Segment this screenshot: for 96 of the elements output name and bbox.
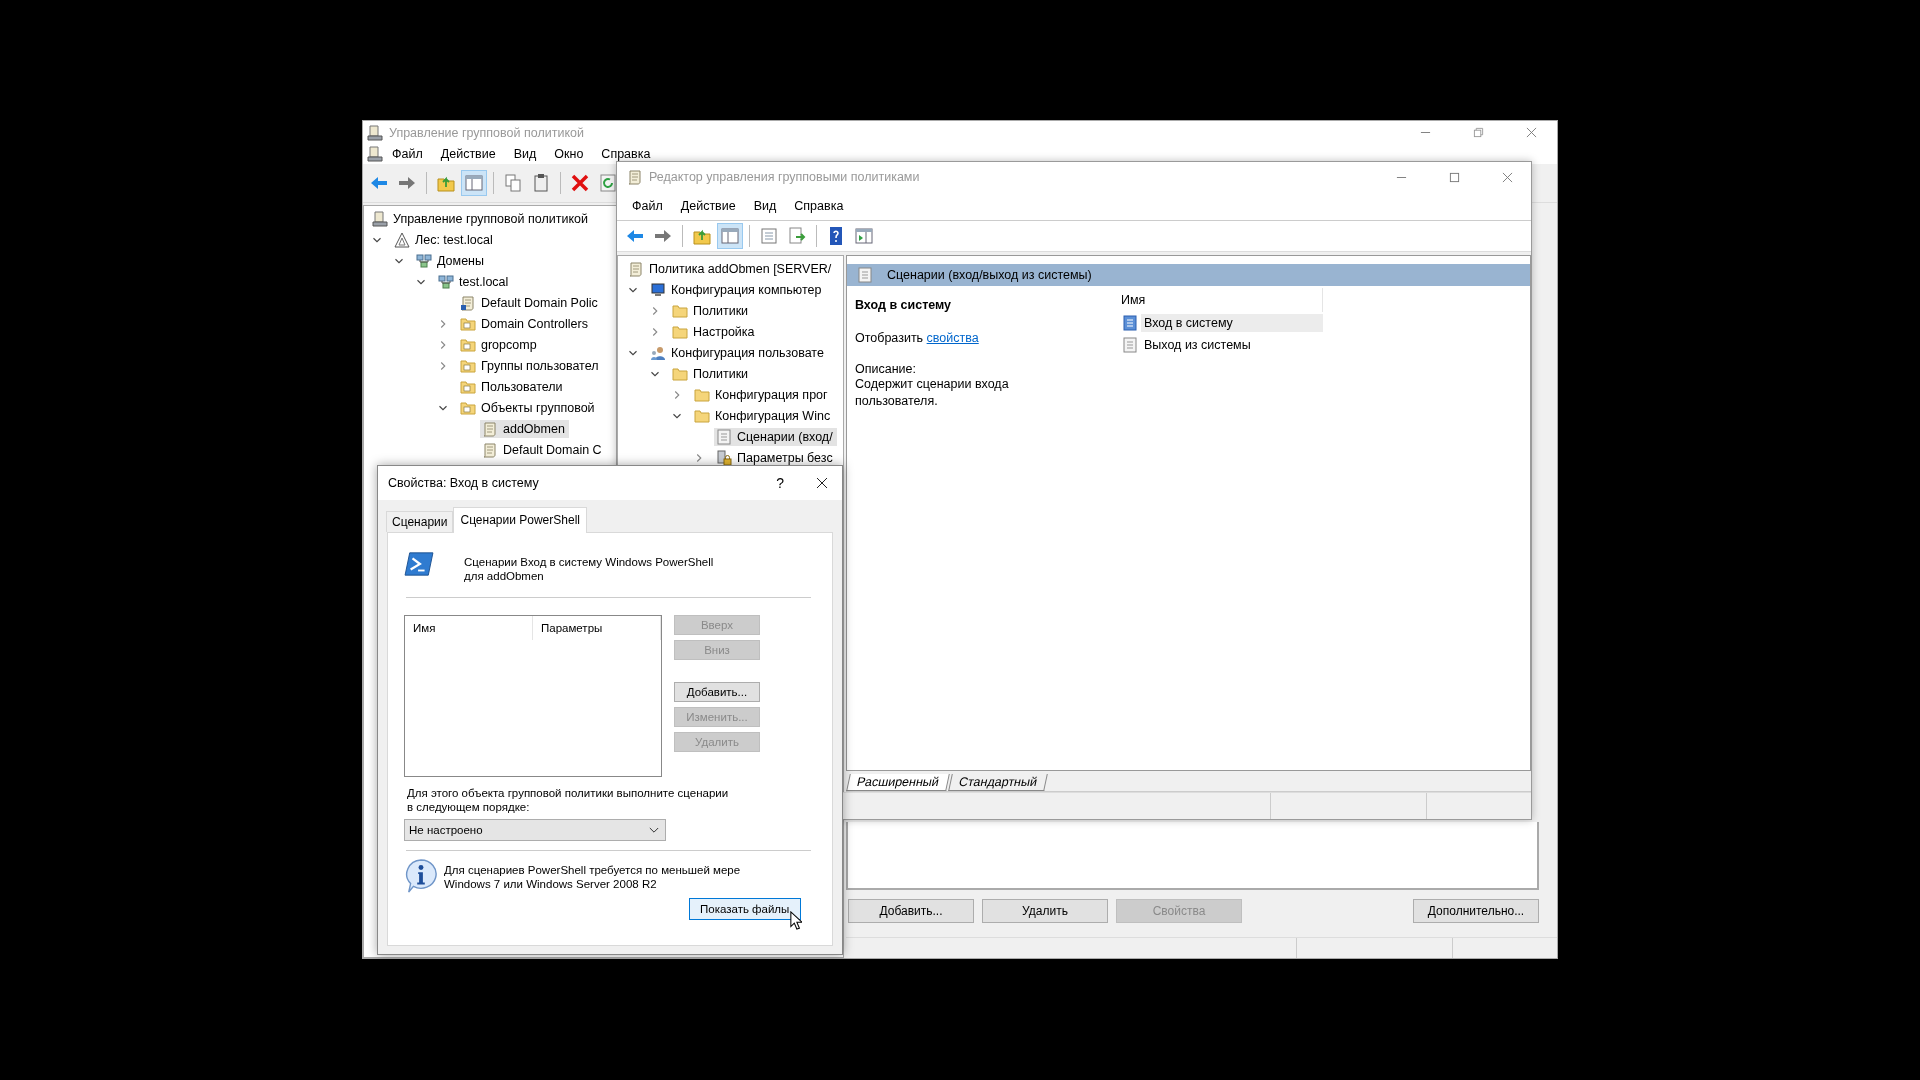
tree-item[interactable]: Политики (670, 364, 753, 383)
users-icon (650, 344, 666, 361)
menu-item[interactable]: Файл (623, 198, 672, 214)
tab[interactable]: Сценарии PowerShell (453, 507, 587, 533)
show-files-button[interactable]: Показать файлы (689, 898, 801, 920)
folder-icon (460, 399, 476, 416)
section-heading: Вход в систему (855, 298, 953, 312)
tree-pane-icon[interactable] (718, 224, 742, 248)
show-properties-text: Отобразить свойства (855, 331, 980, 345)
menu-item[interactable]: Справка (785, 198, 853, 214)
action-button[interactable]: Дополнительно... (1413, 899, 1539, 923)
scroll-icon (628, 260, 644, 277)
menu-item[interactable]: Действие (431, 146, 505, 162)
console-icon (372, 210, 388, 227)
script-icon (857, 267, 873, 283)
tree-item[interactable]: Конфигурация Winc (692, 406, 835, 425)
info-icon (404, 858, 438, 894)
tree-item[interactable]: Политики (670, 301, 753, 320)
network-icon (416, 252, 432, 269)
network-icon (438, 273, 454, 290)
scroll-icon (460, 294, 476, 311)
menu-item[interactable]: Вид (504, 146, 546, 162)
pane-header: Сценарии (вход/выход из системы) (847, 264, 1530, 286)
list-item[interactable]: Выход из системы (1141, 336, 1323, 354)
scripts-list[interactable]: Имя Параметры (404, 615, 662, 777)
scroll-icon (482, 420, 498, 437)
list-item[interactable]: Вход в систему (1141, 314, 1323, 332)
action-button[interactable]: Добавить... (674, 682, 760, 702)
menu-item[interactable]: Действие (671, 198, 745, 214)
computer-icon (650, 281, 666, 298)
window-title: Редактор управления групповыми политиками (649, 170, 920, 184)
description-text: Содержит сценарии входа пользователя. (855, 376, 1010, 410)
folder-icon (694, 407, 710, 424)
console-icon (367, 124, 383, 141)
triangle-icon (394, 231, 410, 248)
script-icon (716, 428, 732, 445)
folder-icon (672, 302, 688, 319)
order-label: Для этого объекта групповой политики выполните сценарии в следующем порядке: (406, 786, 730, 814)
order-dropdown[interactable]: Не настроено (404, 819, 666, 841)
folder-icon (672, 323, 688, 340)
maximize-icon[interactable] (1449, 171, 1460, 183)
menu-item[interactable]: Файл (383, 146, 432, 162)
menu-item[interactable]: Вид (744, 198, 786, 214)
tree-item[interactable]: Конфигурация пользовате (648, 343, 828, 362)
scroll-icon (482, 441, 498, 458)
tree-item[interactable]: gropcomp (458, 335, 541, 354)
menu-item[interactable]: Окно (545, 146, 593, 162)
tree-item[interactable]: Домены (414, 251, 488, 270)
folder-icon (460, 315, 476, 332)
script-icon (1122, 315, 1138, 331)
tab[interactable]: Сценарии (386, 511, 454, 532)
tree-item[interactable]: Группы пользовател (458, 356, 603, 375)
powershell-icon (404, 551, 434, 577)
tree-item[interactable]: addObmen (480, 419, 569, 438)
tree-item[interactable]: Сценарии (вход/ (714, 427, 837, 446)
window-title: Управление групповой политикой (389, 125, 584, 140)
folder-icon (460, 378, 476, 395)
description-label: Описание: (855, 362, 917, 376)
console-icon (367, 146, 383, 162)
tree-item[interactable]: Domain Controllers (458, 314, 592, 333)
scroll-icon (627, 169, 643, 185)
tree-pane-icon[interactable] (462, 171, 486, 195)
menu-item[interactable]: Справка (592, 146, 660, 162)
close-icon[interactable] (816, 477, 828, 489)
tree-item[interactable]: Параметры безс (714, 448, 837, 467)
tree-item[interactable]: Конфигурация прог (692, 385, 832, 404)
tree-item[interactable]: test.local (436, 272, 513, 291)
restore-icon[interactable] (1473, 127, 1484, 138)
tree-item[interactable]: Конфигурация компьютер (648, 280, 826, 299)
lock-icon (716, 449, 732, 466)
tree-item[interactable]: Лес: test.local (392, 230, 497, 249)
script-icon (1122, 337, 1138, 353)
tree-item[interactable]: Default Domain Polic (458, 293, 602, 312)
dialog-title: Свойства: Вход в систему (388, 476, 539, 490)
tree-item[interactable]: Объекты групповой (458, 398, 599, 417)
folder-icon (694, 386, 710, 403)
tree-item[interactable]: Настройка (670, 322, 759, 341)
info-text: Для сценариев PowerShell требуется по меньшей мере Windows 7 или Windows Server 2008 R2 (444, 863, 742, 891)
column-header[interactable]: Имя (1117, 288, 1323, 312)
folder-icon (460, 357, 476, 374)
column-header[interactable]: Параметры (533, 616, 661, 640)
folder-icon (460, 336, 476, 353)
properties-link[interactable]: свойства (926, 331, 979, 345)
column-header[interactable]: Имя (405, 616, 533, 640)
cursor-icon (790, 911, 802, 930)
tree-item[interactable]: Default Domain C (480, 440, 606, 459)
heading-text: Сценарии Вход в систему Windows PowerShell для addObmen (464, 555, 715, 583)
tree-item[interactable]: Управление групповой политикой (370, 209, 592, 228)
view-tab[interactable]: Расширенный (846, 774, 950, 791)
caret-icon (649, 826, 659, 834)
action-button[interactable]: Удалить (982, 899, 1108, 923)
tree-item[interactable]: Пользователи (458, 377, 567, 396)
folder-icon (672, 365, 688, 382)
help-button[interactable]: ? (776, 475, 784, 491)
action-button[interactable]: Добавить... (848, 899, 974, 923)
tree-item[interactable]: Политика addObmen [SERVER/ (626, 259, 836, 278)
